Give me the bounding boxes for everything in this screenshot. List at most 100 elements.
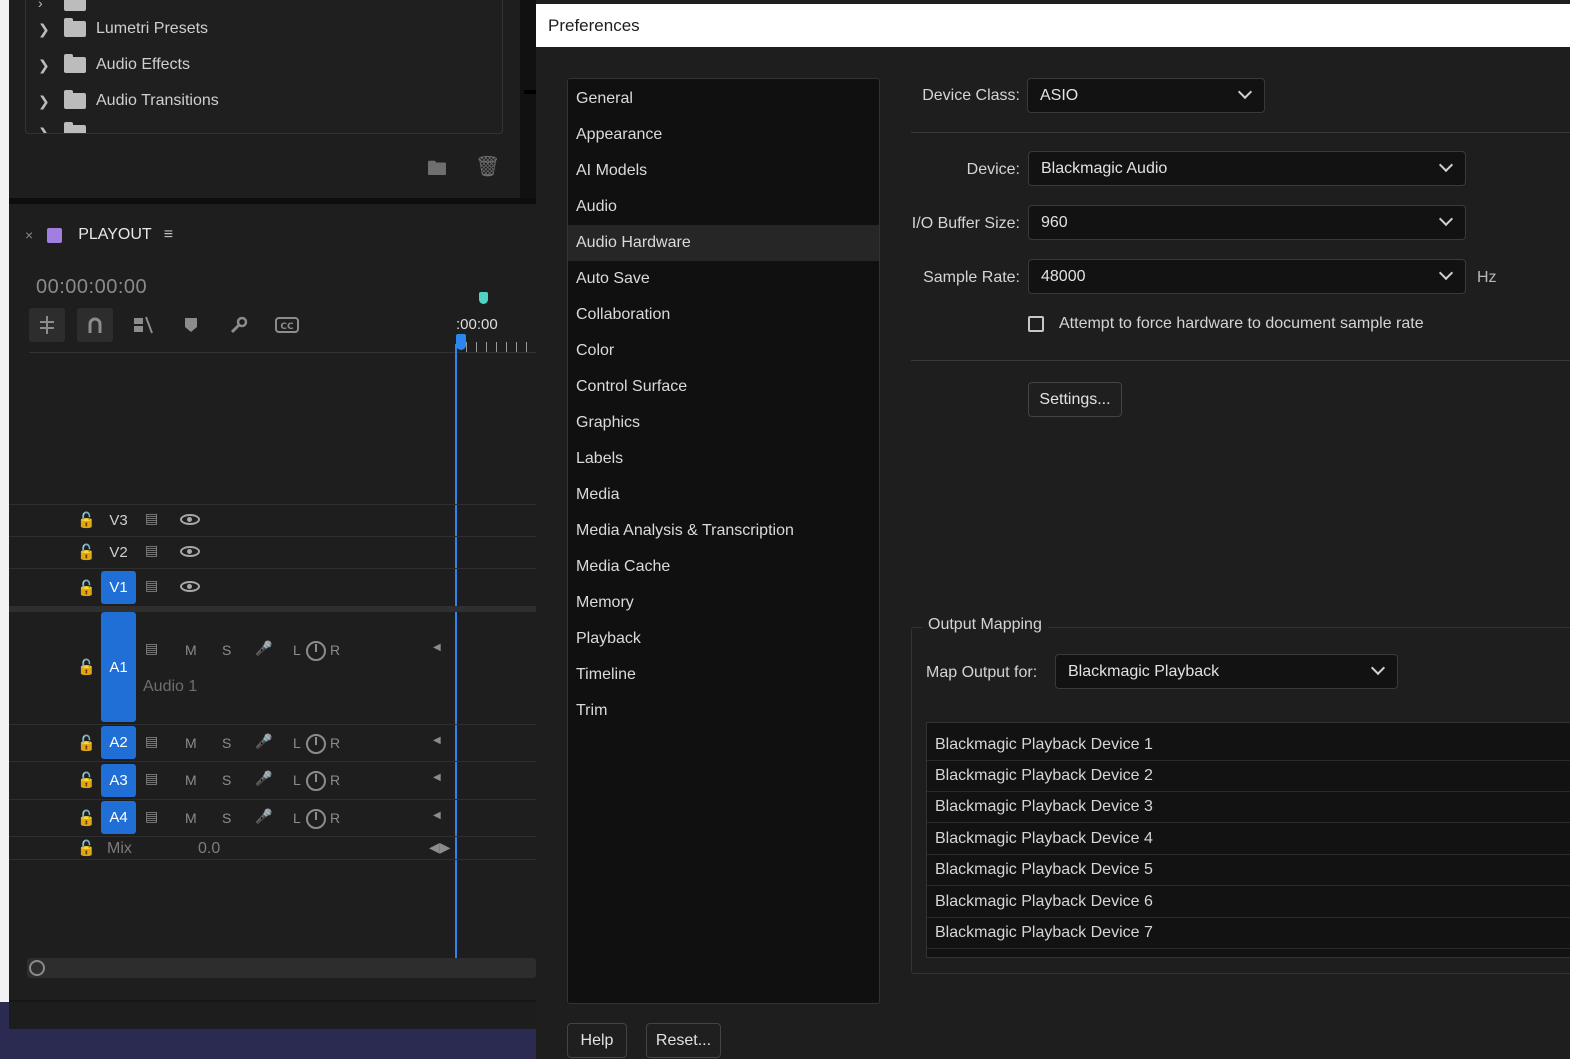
- time-ruler[interactable]: [456, 342, 536, 352]
- track-volume-icon[interactable]: ◀: [433, 642, 441, 653]
- microphone-icon[interactable]: 🎤: [255, 808, 272, 825]
- map-output-dropdown[interactable]: Blackmagic Playback: [1055, 654, 1398, 689]
- track-v3[interactable]: 🔓 V3 ▤: [9, 504, 536, 536]
- mute-button[interactable]: M: [185, 810, 197, 826]
- nav-item-memory[interactable]: Memory: [568, 585, 879, 621]
- track-label[interactable]: A2: [101, 726, 136, 759]
- sync-lock-icon[interactable]: ▤: [145, 770, 158, 787]
- force-sample-rate-label[interactable]: Attempt to force hardware to document sa…: [1059, 315, 1424, 333]
- microphone-icon[interactable]: 🎤: [255, 733, 272, 750]
- mute-button[interactable]: M: [185, 735, 197, 751]
- nav-item-ai-models[interactable]: AI Models: [568, 153, 879, 189]
- chevron-right-icon[interactable]: ❯: [38, 57, 58, 74]
- sync-lock-icon[interactable]: ▤: [145, 510, 158, 527]
- panel-divider[interactable]: [520, 0, 536, 200]
- nav-item-media[interactable]: Media: [568, 477, 879, 513]
- playhead-handle[interactable]: [456, 334, 466, 350]
- snap-magnet-icon[interactable]: [77, 308, 113, 342]
- buffer-size-dropdown[interactable]: 960: [1028, 205, 1466, 240]
- list-item[interactable]: Blackmagic Playback Device 4: [927, 824, 1570, 855]
- mute-button[interactable]: M: [185, 642, 197, 658]
- list-item[interactable]: Blackmagic Playback Device 7: [927, 918, 1570, 949]
- lock-icon[interactable]: 🔓: [77, 579, 96, 597]
- track-label[interactable]: V1: [101, 571, 136, 604]
- track-a2[interactable]: 🔓 A2 ▤ M S 🎤 L R ◀: [9, 724, 536, 761]
- track-label[interactable]: V2: [101, 536, 136, 569]
- insert-nest-icon[interactable]: [29, 308, 65, 342]
- nav-item-control-surface[interactable]: Control Surface: [568, 369, 879, 405]
- scrollbar-handle[interactable]: [29, 960, 45, 976]
- pan-knob[interactable]: [306, 641, 326, 661]
- lock-icon[interactable]: 🔓: [77, 734, 96, 752]
- track-volume-icon[interactable]: ◀: [433, 810, 441, 821]
- track-volume-icon[interactable]: ◀: [433, 772, 441, 783]
- sync-lock-icon[interactable]: ▤: [145, 577, 158, 594]
- track-a1[interactable]: 🔓 A1 ▤ M S 🎤 L R ◀ Audio 1: [9, 612, 536, 724]
- track-label[interactable]: A3: [101, 764, 136, 797]
- lock-icon[interactable]: 🔓: [77, 543, 96, 561]
- nav-item-media-analysis[interactable]: Media Analysis & Transcription: [568, 513, 879, 549]
- list-item[interactable]: Blackmagic Playback Device 2: [927, 761, 1570, 792]
- sync-lock-icon[interactable]: ▤: [145, 808, 158, 825]
- nav-item-collaboration[interactable]: Collaboration: [568, 297, 879, 333]
- nav-item-timeline[interactable]: Timeline: [568, 657, 879, 693]
- effects-tree-item-audio-transitions[interactable]: ❯ Audio Transitions: [26, 86, 502, 116]
- effects-tree-item-audio-effects[interactable]: ❯ Audio Effects: [26, 50, 502, 80]
- eye-icon[interactable]: [180, 546, 200, 557]
- nav-item-audio[interactable]: Audio: [568, 189, 879, 225]
- go-to-end-icon[interactable]: ◀▶: [429, 839, 451, 856]
- eye-icon[interactable]: [180, 514, 200, 525]
- solo-button[interactable]: S: [222, 735, 231, 751]
- track-v1[interactable]: 🔓 V1 ▤: [9, 568, 536, 606]
- chevron-right-icon[interactable]: ❯: [38, 93, 58, 110]
- add-marker-icon[interactable]: [173, 308, 209, 342]
- dialog-titlebar[interactable]: Preferences: [536, 4, 1570, 47]
- track-v2[interactable]: 🔓 V2 ▤: [9, 536, 536, 568]
- force-sample-rate-checkbox[interactable]: [1028, 316, 1044, 332]
- lock-icon[interactable]: 🔓: [77, 511, 96, 529]
- captions-icon[interactable]: CC: [269, 308, 305, 342]
- nav-item-general[interactable]: General: [568, 81, 879, 117]
- list-item[interactable]: Blackmagic Playback Device 6: [927, 887, 1570, 918]
- mute-button[interactable]: M: [185, 772, 197, 788]
- solo-button[interactable]: S: [222, 772, 231, 788]
- nav-item-playback[interactable]: Playback: [568, 621, 879, 657]
- track-a4[interactable]: 🔓 A4 ▤ M S 🎤 L R ◀: [9, 799, 536, 836]
- nav-item-graphics[interactable]: Graphics: [568, 405, 879, 441]
- wrench-icon[interactable]: [221, 308, 257, 342]
- settings-button[interactable]: Settings...: [1028, 382, 1122, 417]
- solo-button[interactable]: S: [222, 642, 231, 658]
- close-icon[interactable]: ×: [25, 227, 33, 243]
- lock-icon[interactable]: 🔓: [77, 658, 96, 676]
- track-label[interactable]: A1: [101, 612, 136, 722]
- list-item[interactable]: Blackmagic Playback Device 5: [927, 855, 1570, 886]
- lock-icon[interactable]: 🔓: [77, 771, 96, 789]
- nav-item-media-cache[interactable]: Media Cache: [568, 549, 879, 585]
- pan-knob[interactable]: [306, 771, 326, 791]
- timecode-display[interactable]: 00:00:00:00: [36, 276, 147, 299]
- track-label[interactable]: V3: [101, 504, 136, 537]
- sync-lock-icon[interactable]: ▤: [145, 733, 158, 750]
- track-volume-icon[interactable]: ◀: [433, 735, 441, 746]
- nav-item-color[interactable]: Color: [568, 333, 879, 369]
- help-button[interactable]: Help: [567, 1023, 627, 1058]
- sync-lock-icon[interactable]: ▤: [145, 542, 158, 559]
- microphone-icon[interactable]: 🎤: [255, 640, 272, 657]
- horizontal-scrollbar[interactable]: [27, 958, 536, 978]
- sample-rate-dropdown[interactable]: 48000: [1028, 259, 1466, 294]
- track-label[interactable]: A4: [101, 801, 136, 834]
- nav-item-labels[interactable]: Labels: [568, 441, 879, 477]
- effects-tree-item-lumetri[interactable]: ❯ Lumetri Presets: [26, 14, 502, 44]
- panel-menu-icon[interactable]: ≡: [164, 226, 173, 244]
- mix-volume-value[interactable]: 0.0: [198, 840, 220, 858]
- sync-lock-icon[interactable]: ▤: [145, 640, 158, 657]
- linked-selection-icon[interactable]: [125, 308, 161, 342]
- lock-icon[interactable]: 🔓: [77, 809, 96, 827]
- nav-item-trim[interactable]: Trim: [568, 693, 879, 729]
- nav-item-appearance[interactable]: Appearance: [568, 117, 879, 153]
- microphone-icon[interactable]: 🎤: [255, 770, 272, 787]
- chevron-right-icon[interactable]: ❯: [38, 21, 58, 38]
- track-a3[interactable]: 🔓 A3 ▤ M S 🎤 L R ◀: [9, 761, 536, 799]
- nav-item-auto-save[interactable]: Auto Save: [568, 261, 879, 297]
- device-dropdown[interactable]: Blackmagic Audio: [1028, 151, 1466, 186]
